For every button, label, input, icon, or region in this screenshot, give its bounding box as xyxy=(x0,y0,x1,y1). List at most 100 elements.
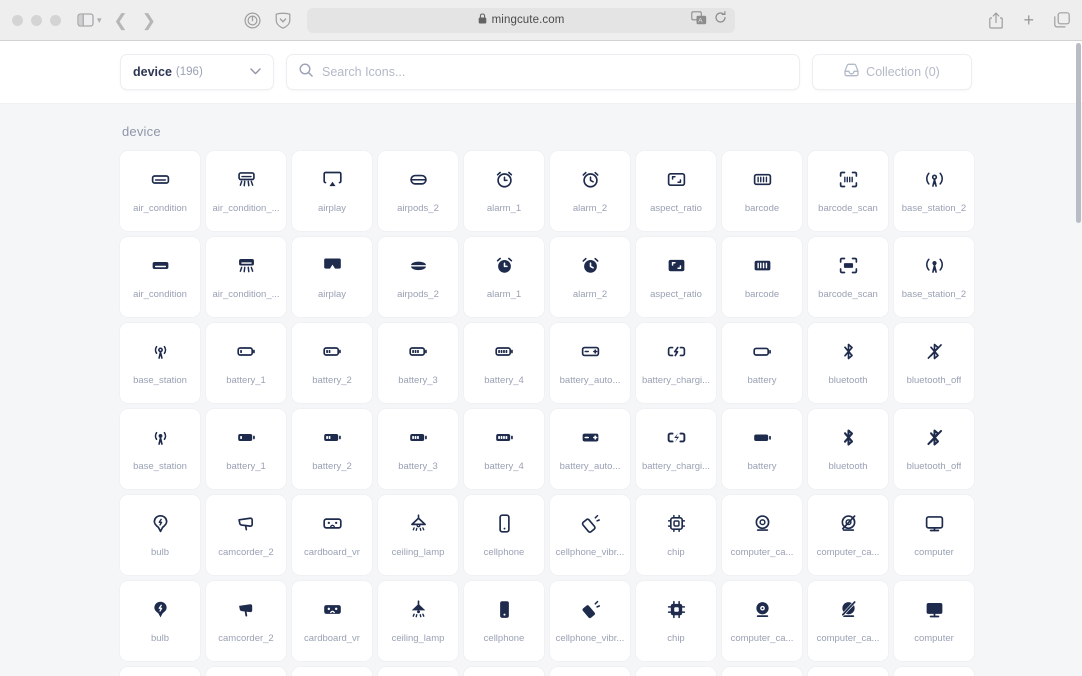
privacy-shield-icon[interactable] xyxy=(275,8,291,32)
category-select[interactable]: device (196) xyxy=(120,54,274,90)
window-controls[interactable] xyxy=(12,14,61,26)
icon-card[interactable]: battery_4 xyxy=(464,323,544,403)
icon-card[interactable] xyxy=(894,667,974,676)
tab-overview-icon[interactable] xyxy=(1054,8,1070,32)
icon-card[interactable]: battery_auto... xyxy=(550,323,630,403)
icon-card[interactable]: bluetooth_off xyxy=(894,323,974,403)
icon-card[interactable]: battery_1 xyxy=(206,409,286,489)
icon-card[interactable]: battery xyxy=(722,323,802,403)
icon-label: battery xyxy=(747,460,777,472)
icon-card[interactable]: battery_1 xyxy=(206,323,286,403)
icon-card[interactable]: airplay xyxy=(292,151,372,231)
icon-card[interactable]: computer_ca... xyxy=(722,581,802,661)
icon-card[interactable]: airplay xyxy=(292,237,372,317)
search-field[interactable] xyxy=(286,54,800,90)
icon-card[interactable]: battery_3 xyxy=(378,323,458,403)
back-button[interactable]: ❮ xyxy=(114,12,128,29)
icon-card[interactable]: bulb xyxy=(120,581,200,661)
reader-icon[interactable] xyxy=(244,8,261,32)
icon-card[interactable]: airpods_2 xyxy=(378,151,458,231)
icon-card[interactable]: aspect_ratio xyxy=(636,237,716,317)
translate-icon[interactable]: A xyxy=(691,10,707,30)
icon-card[interactable]: alarm_1 xyxy=(464,237,544,317)
icon-card[interactable]: cardboard_vr xyxy=(292,581,372,661)
collection-button[interactable]: Collection (0) xyxy=(812,54,972,90)
sidebar-toggle-icon[interactable] xyxy=(77,8,94,32)
icon-card[interactable] xyxy=(378,667,458,676)
icon-card[interactable]: barcode xyxy=(722,151,802,231)
search-input[interactable] xyxy=(322,65,787,79)
maximize-window-button[interactable] xyxy=(50,14,61,26)
icon-label: cardboard_vr xyxy=(304,632,360,644)
icon-card[interactable]: computer xyxy=(894,581,974,661)
reload-icon[interactable] xyxy=(714,11,727,29)
icon-card[interactable] xyxy=(464,667,544,676)
icon-card[interactable]: bulb xyxy=(120,495,200,575)
icon-card[interactable]: base_station xyxy=(120,409,200,489)
icon-card[interactable]: alarm_1 xyxy=(464,151,544,231)
icon-card[interactable] xyxy=(550,667,630,676)
icon-card[interactable]: barcode_scan xyxy=(808,237,888,317)
icon-card[interactable]: base_station xyxy=(120,323,200,403)
icon-card[interactable]: air_condition_... xyxy=(206,151,286,231)
icon-card[interactable]: cellphone_vibr... xyxy=(550,581,630,661)
icon-card[interactable]: cellphone xyxy=(464,495,544,575)
icon-card[interactable]: air_condition xyxy=(120,151,200,231)
icon-label: air_condition xyxy=(133,288,187,300)
new-tab-button[interactable]: + xyxy=(1023,11,1034,29)
share-icon[interactable] xyxy=(989,8,1004,32)
icon-card[interactable]: battery_3 xyxy=(378,409,458,489)
icon-card[interactable]: computer xyxy=(894,495,974,575)
icon-card[interactable]: battery_chargi... xyxy=(636,409,716,489)
icon-card[interactable]: camcorder_2 xyxy=(206,495,286,575)
icon-card[interactable]: alarm_2 xyxy=(550,237,630,317)
icon-card[interactable] xyxy=(120,667,200,676)
icon-card[interactable] xyxy=(292,667,372,676)
icon-card[interactable]: cellphone xyxy=(464,581,544,661)
icon-card[interactable]: air_condition xyxy=(120,237,200,317)
icon-card[interactable]: battery_4 xyxy=(464,409,544,489)
icon-card[interactable] xyxy=(206,667,286,676)
icon-card[interactable]: battery_auto... xyxy=(550,409,630,489)
forward-button[interactable]: ❯ xyxy=(142,12,156,29)
scrollbar-thumb[interactable] xyxy=(1076,43,1081,223)
icon-card[interactable]: aspect_ratio xyxy=(636,151,716,231)
icon-card[interactable]: chip xyxy=(636,581,716,661)
icon-card[interactable]: alarm_2 xyxy=(550,151,630,231)
icon-card[interactable]: cellphone_vibr... xyxy=(550,495,630,575)
icon-card[interactable]: ceiling_lamp xyxy=(378,495,458,575)
icon-card[interactable]: computer_ca... xyxy=(808,495,888,575)
icon-card[interactable]: airpods_2 xyxy=(378,237,458,317)
icon-card[interactable]: bluetooth_off xyxy=(894,409,974,489)
icon-card[interactable]: cardboard_vr xyxy=(292,495,372,575)
icon-card[interactable] xyxy=(722,667,802,676)
icon-card[interactable] xyxy=(636,667,716,676)
icon-card[interactable]: battery_2 xyxy=(292,409,372,489)
icon-card[interactable]: air_condition_... xyxy=(206,237,286,317)
address-bar[interactable]: mingcute.com A xyxy=(307,7,736,33)
icon-card[interactable]: base_station_2 xyxy=(894,151,974,231)
icon-card[interactable]: battery_chargi... xyxy=(636,323,716,403)
icon-card[interactable]: battery xyxy=(722,409,802,489)
icon-card[interactable]: base_station_2 xyxy=(894,237,974,317)
icon-card[interactable]: bluetooth xyxy=(808,323,888,403)
page-scrollbar[interactable] xyxy=(1075,41,1082,676)
icon-card[interactable]: chip xyxy=(636,495,716,575)
icon-card[interactable]: barcode_scan xyxy=(808,151,888,231)
icon-card[interactable] xyxy=(808,667,888,676)
icon-card[interactable]: bluetooth xyxy=(808,409,888,489)
icon-card[interactable]: computer_ca... xyxy=(722,495,802,575)
icon-card[interactable]: computer_ca... xyxy=(808,581,888,661)
icon-card[interactable]: ceiling_lamp xyxy=(378,581,458,661)
icon-card[interactable]: battery_2 xyxy=(292,323,372,403)
icon-label: air_condition_... xyxy=(212,288,280,300)
icon-label: cellphone_vibr... xyxy=(555,546,625,558)
close-window-button[interactable] xyxy=(12,14,23,26)
battery-1-icon xyxy=(236,341,257,363)
battery-3-icon xyxy=(408,427,429,449)
icon-card[interactable]: camcorder_2 xyxy=(206,581,286,661)
icon-card[interactable]: barcode xyxy=(722,237,802,317)
minimize-window-button[interactable] xyxy=(31,14,42,26)
sidebar-chevron-down-icon[interactable]: ▾ xyxy=(97,15,102,26)
icon-label: cardboard_vr xyxy=(304,546,360,558)
